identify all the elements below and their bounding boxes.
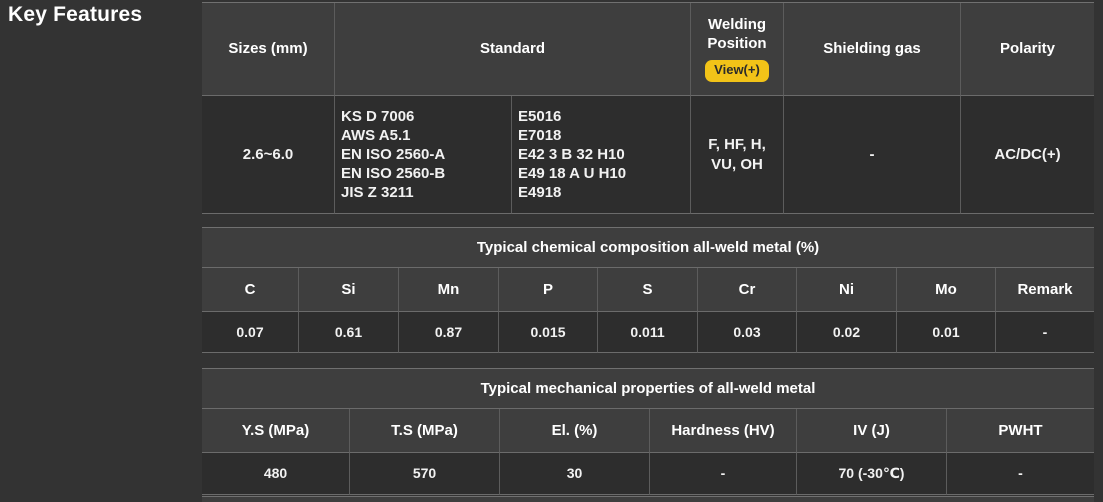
standard-code: KS D 7006 (341, 108, 415, 125)
mech-header-iv: IV (J) (797, 409, 947, 453)
spec-value-polarity: AC/DC(+) (961, 96, 1094, 214)
mech-header-el: El. (%) (500, 409, 650, 453)
chemical-composition-table: Typical chemical composition all-weld me… (202, 227, 1094, 353)
spec-header-welding-position: Welding Position View(+) (691, 3, 784, 96)
chem-value-si: 0.61 (299, 312, 399, 353)
chem-value-c: 0.07 (202, 312, 299, 353)
chem-header-ni: Ni (797, 268, 897, 312)
mech-value-pwht: - (947, 453, 1094, 495)
welding-position-label-line1: Welding (707, 16, 767, 34)
chem-value-cr: 0.03 (698, 312, 797, 353)
spec-header-standard: Standard (335, 3, 691, 96)
standard-class: E4918 (518, 184, 562, 201)
chemical-composition-title: Typical chemical composition all-weld me… (202, 228, 1094, 268)
mech-header-hardness: Hardness (HV) (650, 409, 797, 453)
welding-position-label-line2: Position (707, 35, 767, 53)
mech-value-el: 30 (500, 453, 650, 495)
standard-class: E49 18 A U H10 (518, 165, 627, 182)
spec-header-sizes: Sizes (mm) (202, 3, 335, 96)
mechanical-properties-title: Typical mechanical properties of all-wel… (202, 369, 1094, 409)
chem-header-p: P (499, 268, 598, 312)
mech-value-iv: 70 (-30℃) (797, 453, 947, 495)
next-section-edge (202, 496, 1094, 502)
standard-class: E5016 (518, 108, 562, 125)
spec-value-sizes: 2.6~6.0 (202, 96, 335, 214)
mech-header-pwht: PWHT (947, 409, 1094, 453)
chem-header-mn: Mn (399, 268, 499, 312)
chem-header-cr: Cr (698, 268, 797, 312)
chem-value-s: 0.011 (598, 312, 698, 353)
standard-code: EN ISO 2560-A (341, 146, 446, 163)
spec-value-shielding-gas: - (784, 96, 961, 214)
spec-header-shielding-gas: Shielding gas (784, 3, 961, 96)
key-features-page: Key Features Sizes (mm) Standard Welding… (0, 0, 1103, 502)
chem-header-mo: Mo (897, 268, 996, 312)
spec-value-standard-codes: KS D 7006 AWS A5.1 EN ISO 2560-A EN ISO … (335, 96, 512, 214)
chem-header-si: Si (299, 268, 399, 312)
mech-value-ys: 480 (202, 453, 350, 495)
spec-table: Sizes (mm) Standard Welding Position Vie… (202, 2, 1094, 214)
chem-header-c: C (202, 268, 299, 312)
page-title: Key Features (8, 3, 143, 26)
chem-value-mn: 0.87 (399, 312, 499, 353)
mechanical-properties-table: Typical mechanical properties of all-wel… (202, 368, 1094, 495)
standard-code: EN ISO 2560-B (341, 165, 446, 182)
spec-header-polarity: Polarity (961, 3, 1094, 96)
chem-header-remark: Remark (996, 268, 1094, 312)
standard-code: JIS Z 3211 (341, 184, 414, 201)
standard-class: E7018 (518, 127, 562, 144)
mech-value-ts: 570 (350, 453, 500, 495)
chem-header-s: S (598, 268, 698, 312)
spec-value-welding-position: F, HF, H, VU, OH (691, 96, 784, 214)
chem-value-ni: 0.02 (797, 312, 897, 353)
welding-position-view-button[interactable]: View(+) (705, 59, 769, 82)
chem-value-mo: 0.01 (897, 312, 996, 353)
standard-class: E42 3 B 32 H10 (518, 146, 625, 163)
mech-header-ys: Y.S (MPa) (202, 409, 350, 453)
mech-header-ts: T.S (MPa) (350, 409, 500, 453)
chem-value-remark: - (996, 312, 1094, 353)
spec-value-standard-classes: E5016 E7018 E42 3 B 32 H10 E49 18 A U H1… (512, 96, 691, 214)
standard-code: AWS A5.1 (341, 127, 411, 144)
mech-value-hardness: - (650, 453, 797, 495)
chem-value-p: 0.015 (499, 312, 598, 353)
